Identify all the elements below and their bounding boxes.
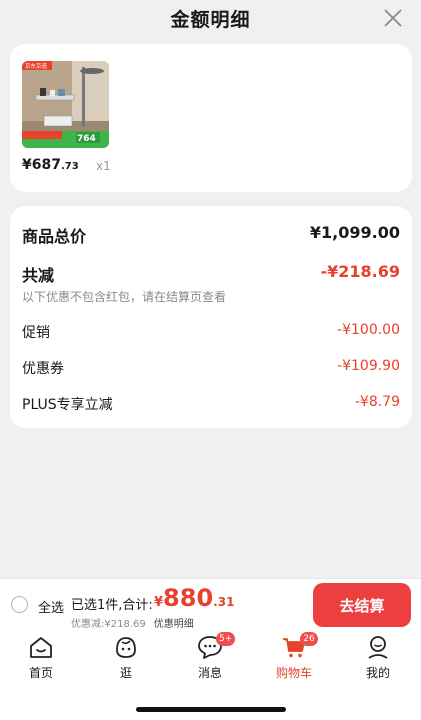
item-price: ¥687.73 [22,157,79,173]
svg-text:京东京造: 京东京造 [25,62,48,70]
home-indicator [136,707,286,712]
plus-discount-value: -¥8.79 [354,394,400,410]
cart-badge: 26 [300,632,318,646]
tab-stroll[interactable]: 逛 [96,634,156,681]
tab-messages[interactable]: 5+ 消息 [180,632,240,681]
close-icon [384,9,402,27]
bottom-tab-bar: 首页 逛 5+ 消息 26 购物车 我的 [0,630,421,720]
item-quantity: x1 [96,159,111,173]
coupon-label: 优惠券 [22,361,64,377]
tab-stroll-label: 逛 [119,666,132,680]
close-button[interactable] [383,8,403,28]
profile-icon [368,636,388,659]
checkout-bar: 全选 已选1件,合计: ¥880.31 优惠减:¥218.69 优惠明细 去结算 [0,578,421,630]
select-all-label[interactable]: 全选 [38,597,64,616]
total-amount: 880 [163,584,214,612]
total-price-value: ¥1,099.00 [309,223,400,242]
product-thumbnail[interactable]: 京东京造 764 [22,61,109,148]
selected-summary: 已选1件,合计: [71,598,153,613]
tab-profile-label: 我的 [365,666,390,680]
total-discount-label: 共减 [22,266,55,285]
saved-line: 优惠减:¥218.69 优惠明细 [71,615,194,630]
tab-cart-label: 购物车 [275,666,312,680]
message-badge: 5+ [216,632,236,646]
total-cents: .31 [213,595,235,609]
sheet-title: 金额明细 [170,9,251,31]
stroll-face-icon [116,637,136,658]
promo-label: 促销 [22,325,50,341]
home-icon [30,637,52,658]
tab-home[interactable]: 首页 [11,634,71,681]
total-price-label: 商品总价 [22,227,87,246]
checkout-button[interactable]: 去结算 [313,583,411,627]
total-currency: ¥ [154,595,164,610]
promo-value: -¥100.00 [337,322,400,338]
tab-messages-label: 消息 [197,666,222,680]
tab-profile[interactable]: 我的 [348,634,408,681]
amount-detail-sheet: 金额明细 京东京造 764 ¥687.73 x1 商品总价 ¥1,099.00 … [0,0,421,578]
item-price-cents: .73 [60,161,79,172]
price-summary-card: 商品总价 ¥1,099.00 共减 -¥218.69 以下优惠不包含红包，请在结… [10,206,412,428]
total-discount-value: -¥218.69 [320,262,400,281]
discount-note: 以下优惠不包含红包，请在结算页查看 [22,290,227,304]
svg-text:764: 764 [77,134,96,144]
saved-amount: 优惠减:¥218.69 [71,619,146,630]
select-all-radio[interactable] [11,596,28,613]
tab-home-label: 首页 [28,666,53,680]
item-price-main: ¥687 [22,157,61,173]
tab-cart[interactable]: 26 购物车 [264,632,324,681]
plus-discount-label: PLUS专享立减 [22,397,113,413]
selected-total: ¥880.31 [154,584,234,612]
product-card: 京东京造 764 ¥687.73 x1 [10,44,412,192]
discount-detail-link[interactable]: 优惠明细 [154,619,194,630]
coupon-value: -¥109.90 [337,358,400,374]
